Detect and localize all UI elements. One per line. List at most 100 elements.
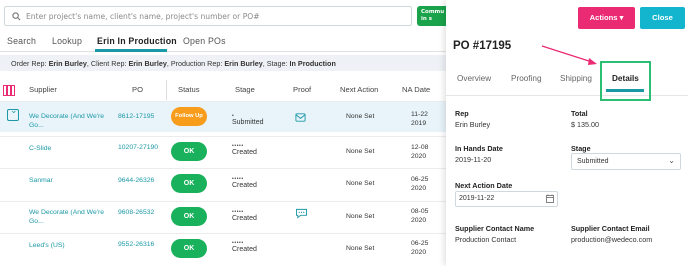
in-hands-date-label: In Hands Date: [455, 144, 503, 153]
supplier-name: We Decorate (And We're: [29, 113, 105, 120]
status-badge[interactable]: OK: [171, 239, 207, 258]
supplier-contact-email-label: Supplier Contact Email: [571, 224, 650, 233]
proof-comment-icon[interactable]: [295, 206, 308, 224]
supplier-contact-name-value: Production Contact: [455, 235, 517, 244]
column-header-status[interactable]: Status: [178, 85, 200, 94]
status-badge[interactable]: Follow Up: [171, 107, 207, 126]
calendar-icon[interactable]: [546, 194, 554, 205]
stage-label: Created: [232, 246, 257, 253]
filter-label-production-rep: , Production Rep:: [166, 59, 225, 68]
na-date: 06-25 2020: [411, 240, 428, 257]
na-date-year: 2020: [411, 248, 427, 256]
community-label: Commu: [421, 9, 445, 15]
po-link[interactable]: 10207-27190: [118, 144, 158, 151]
next-action: None Set: [346, 113, 375, 120]
table-row[interactable]: C-Slide 10207-27190 OK ••••• Created Non…: [0, 136, 446, 167]
na-date-year: 2020: [411, 152, 427, 160]
total-value: $ 135.00: [571, 120, 599, 129]
next-action: None Set: [346, 148, 375, 155]
stage-label: Created: [232, 149, 257, 156]
column-header-po[interactable]: PO: [132, 85, 143, 94]
next-action: None Set: [346, 180, 375, 187]
status-badge[interactable]: OK: [171, 142, 207, 161]
stage-cell: ••••• Created: [232, 177, 257, 190]
community-button[interactable]: Commu in s: [417, 6, 446, 26]
stage-cell: ••••• Created: [232, 241, 257, 254]
next-action-date-value: 2019-11-22: [459, 195, 495, 202]
in-hands-date-value: 2019-11-20: [455, 155, 492, 164]
column-header-proof[interactable]: Proof: [293, 85, 311, 94]
tab-lookup[interactable]: Lookup: [52, 36, 82, 46]
status-badge[interactable]: OK: [171, 207, 207, 226]
na-date-day: 06-25: [411, 240, 429, 247]
rep-value: Erin Burley: [455, 120, 491, 129]
tab-bar: Search Lookup Erin In Production Open PO…: [0, 34, 446, 52]
filter-summary: Order Rep: Erin Burley, Client Rep: Erin…: [0, 55, 446, 71]
proof-message-icon[interactable]: [295, 110, 306, 128]
supplier-name-overflow: Go...: [29, 218, 44, 225]
supplier-name: Sanmar: [29, 177, 53, 184]
na-date-year: 2019: [411, 119, 427, 127]
supplier-contact-name-label: Supplier Contact Name: [455, 224, 535, 233]
tab-open-pos[interactable]: Open POs: [183, 36, 226, 46]
search-box: [4, 6, 412, 26]
na-date: 08-05 2020: [411, 208, 428, 225]
na-date: 12-08 2020: [411, 144, 428, 161]
column-header-stage[interactable]: Stage: [235, 85, 255, 94]
supplier-link[interactable]: Sanmar: [29, 176, 111, 185]
column-header-next-action[interactable]: Next Action: [340, 85, 378, 94]
po-link[interactable]: 9608-26532: [118, 209, 154, 216]
total-label: Total: [571, 109, 588, 118]
stage-label: Created: [232, 215, 257, 222]
na-date: 06-25 2020: [411, 176, 428, 193]
table-row[interactable]: Leed's (US) 9552-26316 OK ••••• Created …: [0, 233, 446, 264]
supplier-name: C-Slide: [29, 145, 52, 152]
tab-search[interactable]: Search: [7, 36, 36, 46]
supplier-name: Leed's (US): [29, 242, 65, 249]
na-date-day: 11-22: [411, 111, 428, 118]
next-action-date-input[interactable]: 2019-11-22: [455, 191, 558, 207]
column-settings-icon[interactable]: [3, 85, 15, 98]
stage-cell: ••••• Created: [232, 144, 257, 157]
na-date-day: 06-25: [411, 176, 429, 183]
filter-label-client-rep: , Client Rep:: [86, 59, 129, 68]
table-row[interactable]: We Decorate (And We're Go... 8612-17195 …: [0, 101, 446, 132]
tab-erin-in-production[interactable]: Erin In Production: [97, 36, 177, 46]
supplier-link[interactable]: Leed's (US): [29, 241, 111, 250]
row-expand-checkbox[interactable]: [7, 105, 19, 121]
table-row[interactable]: We Decorate (And We're Go... 9608-26532 …: [0, 201, 446, 232]
next-action-date-label: Next Action Date: [455, 181, 513, 190]
supplier-link[interactable]: We Decorate (And We're Go...: [29, 208, 111, 226]
search-input[interactable]: [26, 11, 406, 21]
community-sublabel: in s: [421, 16, 432, 22]
supplier-link[interactable]: C-Slide: [29, 144, 111, 153]
status-badge[interactable]: OK: [171, 174, 207, 193]
stage-label: Stage: [571, 144, 591, 153]
projects-list-panel: Commu in s Search Lookup Erin In Product…: [0, 0, 446, 266]
po-link[interactable]: 8612-17195: [118, 113, 154, 120]
rep-label: Rep: [455, 109, 469, 118]
search-icon: [9, 9, 23, 23]
next-action: None Set: [346, 213, 375, 220]
active-tab-indicator: [95, 49, 167, 52]
stage-cell: ••••• Created: [232, 210, 257, 223]
column-header-supplier[interactable]: Supplier: [29, 85, 57, 94]
supplier-link[interactable]: We Decorate (And We're Go...: [29, 112, 111, 130]
na-date-day: 12-08: [411, 144, 429, 151]
supplier-contact-email-value: production@wedeco.com: [571, 235, 653, 244]
stage-label: Submitted: [232, 119, 264, 126]
chevron-down-icon: ⌄: [668, 156, 675, 165]
supplier-name: We Decorate (And We're: [29, 209, 105, 216]
table-header: Supplier PO Status Stage Proof Next Acti…: [0, 80, 446, 100]
po-detail-panel: Actions ▾ Close PO #17195 Overview Proof…: [446, 0, 688, 266]
stage-label: Created: [232, 182, 257, 189]
column-divider: [166, 80, 167, 100]
na-date-year: 2020: [411, 184, 427, 192]
filter-label-order-rep: Order Rep:: [11, 59, 49, 68]
table-row[interactable]: Sanmar 9644-26326 OK ••••• Created None …: [0, 168, 446, 199]
po-link[interactable]: 9644-26326: [118, 177, 154, 184]
column-header-na-date[interactable]: NA Date: [402, 85, 430, 94]
po-link[interactable]: 9552-26316: [118, 241, 154, 248]
annotation-arrow-icon: [541, 45, 597, 65]
stage-select[interactable]: Submitted ⌄: [571, 153, 681, 170]
